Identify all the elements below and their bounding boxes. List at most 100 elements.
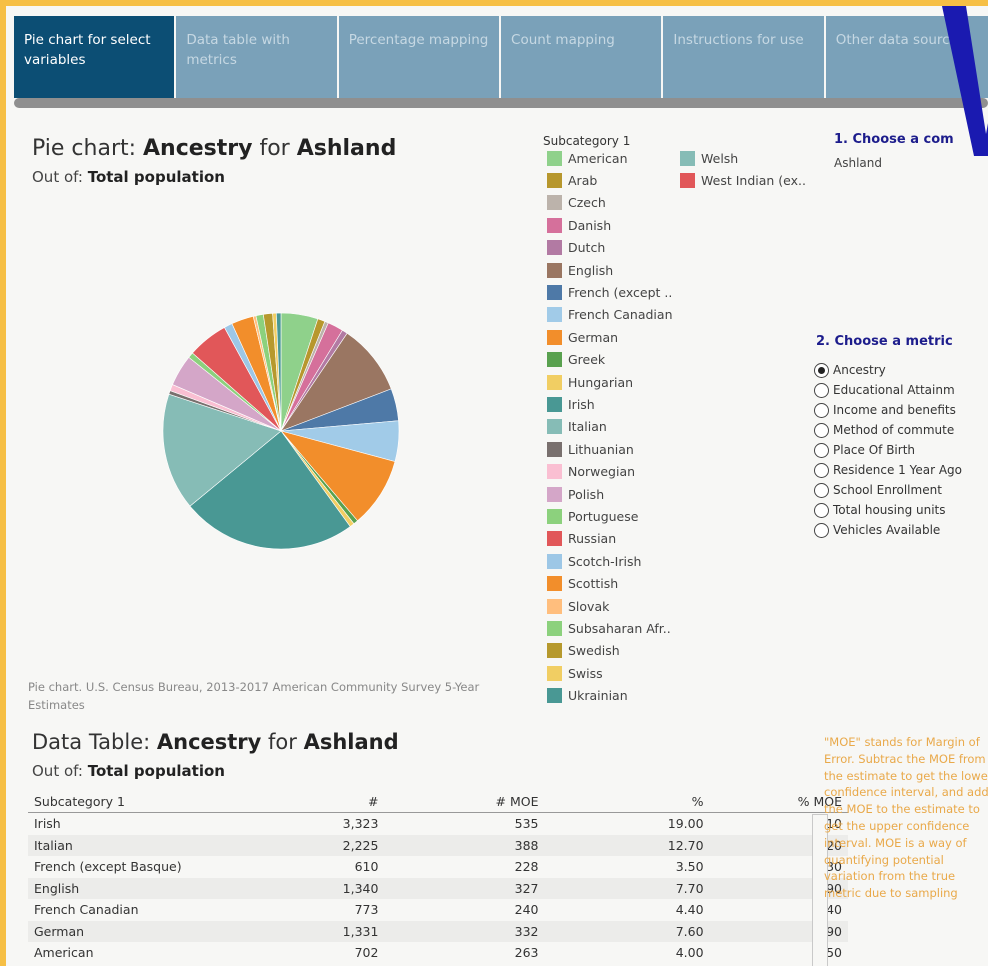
legend-item[interactable]: Russian bbox=[547, 528, 673, 550]
legend-item[interactable]: Subsaharan Afr.. bbox=[547, 617, 673, 639]
legend-swatch bbox=[547, 173, 562, 189]
legend-swatch bbox=[547, 508, 562, 524]
legend-item[interactable]: Slovak bbox=[547, 595, 673, 617]
radio-button[interactable] bbox=[814, 422, 829, 438]
metric-option[interactable]: Income and benefits bbox=[814, 400, 962, 420]
legend-swatch bbox=[547, 396, 562, 412]
metric-option[interactable]: Ancestry bbox=[814, 360, 962, 380]
legend-label: Portuguese bbox=[568, 508, 639, 524]
radio-button[interactable] bbox=[814, 362, 829, 378]
legend-swatch bbox=[547, 240, 562, 256]
legend-item[interactable]: French (except .. bbox=[547, 281, 673, 303]
table-cell: American bbox=[34, 945, 94, 961]
legend-label: Norwegian bbox=[568, 464, 636, 480]
table-row[interactable]: German 1,331 332 7.60 1.90 bbox=[28, 920, 848, 942]
metric-option[interactable]: School Enrollment bbox=[814, 480, 962, 500]
radio-button[interactable] bbox=[814, 442, 829, 458]
legend-label: English bbox=[568, 262, 614, 278]
legend-item[interactable]: West Indian (ex.. bbox=[680, 169, 806, 191]
legend-label: French Canadian bbox=[568, 307, 673, 323]
metric-option-label: Ancestry bbox=[833, 363, 886, 377]
pie-chart-title: Pie chart: Ancestry for Ashland bbox=[32, 136, 397, 161]
radio-button[interactable] bbox=[814, 502, 829, 518]
legend-label: Polish bbox=[568, 486, 605, 502]
table-row[interactable]: Italian 2,225 388 12.70 2.20 bbox=[28, 834, 848, 856]
legend-item[interactable]: Scottish bbox=[547, 572, 673, 594]
legend-item[interactable]: Greek bbox=[547, 349, 673, 371]
table-row[interactable]: English 1,340 327 7.70 1.90 bbox=[28, 877, 848, 899]
radio-button[interactable] bbox=[814, 522, 829, 538]
tab-percentage-mapping[interactable]: Percentage mapping bbox=[338, 16, 502, 98]
legend-swatch bbox=[547, 150, 562, 166]
legend-item[interactable]: Welsh bbox=[680, 147, 806, 169]
metric-option[interactable]: Educational Attainm bbox=[814, 380, 962, 400]
tab-count-mapping[interactable]: Count mapping bbox=[501, 16, 664, 98]
legend-title: Subcategory 1 bbox=[543, 134, 631, 148]
legend-swatch bbox=[547, 307, 562, 323]
col-count-moe: # MOE bbox=[384, 790, 545, 813]
pie-chart[interactable] bbox=[156, 306, 406, 556]
table-row[interactable]: Irish 3,323 535 19.00 3.10 bbox=[28, 813, 848, 835]
legend-item[interactable]: French Canadian bbox=[547, 304, 673, 326]
radio-button[interactable] bbox=[814, 462, 829, 478]
legend-item[interactable]: Norwegian bbox=[547, 460, 673, 482]
table-cell: French Canadian bbox=[34, 902, 139, 918]
legend-item[interactable]: Portuguese bbox=[547, 505, 673, 527]
legend-swatch bbox=[547, 419, 562, 435]
legend-item[interactable]: Scotch-Irish bbox=[547, 550, 673, 572]
legend-item[interactable]: Dutch bbox=[547, 237, 673, 259]
tab-pie-chart[interactable]: Pie chart for select variables bbox=[14, 16, 177, 98]
legend-label: Irish bbox=[568, 396, 595, 412]
legend-swatch bbox=[547, 285, 562, 301]
tab-bar-underline bbox=[14, 98, 988, 108]
radio-button[interactable] bbox=[814, 382, 829, 398]
table-row[interactable]: French Canadian 773 240 4.40 1.40 bbox=[28, 899, 848, 921]
community-value[interactable]: Ashland bbox=[834, 156, 882, 170]
legend-swatch bbox=[547, 352, 562, 368]
legend-item[interactable]: Irish bbox=[547, 393, 673, 415]
legend-item[interactable]: Danish bbox=[547, 214, 673, 236]
metric-option[interactable]: Vehicles Available bbox=[814, 520, 962, 540]
table-cell: Italian bbox=[28, 834, 268, 856]
metric-option[interactable]: Total housing units bbox=[814, 500, 962, 520]
legend-swatch bbox=[547, 531, 562, 547]
legend-item[interactable]: Italian bbox=[547, 416, 673, 438]
legend-item[interactable]: German bbox=[547, 326, 673, 348]
radio-button[interactable] bbox=[814, 482, 829, 498]
radio-button[interactable] bbox=[814, 402, 829, 418]
legend-swatch bbox=[547, 688, 562, 704]
legend-swatch bbox=[547, 643, 562, 659]
legend-item[interactable]: Czech bbox=[547, 192, 673, 214]
table-cell: 388 bbox=[384, 834, 545, 856]
data-table: Subcategory 1 # # MOE % % MOE Irish 3,323… bbox=[28, 790, 848, 964]
metric-option[interactable]: Residence 1 Year Ago bbox=[814, 460, 962, 480]
metric-option[interactable]: Place Of Birth bbox=[814, 440, 962, 460]
table-cell: 4.40 bbox=[675, 902, 704, 918]
legend-swatch bbox=[547, 665, 562, 681]
legend-item[interactable]: Arab bbox=[547, 169, 673, 191]
metric-option-label: Residence 1 Year Ago bbox=[833, 463, 963, 477]
table-row[interactable]: American 702 263 4.00 1.50 bbox=[28, 942, 848, 964]
legend-item[interactable]: Ukrainian bbox=[547, 684, 673, 706]
table-cell: 2,225 bbox=[267, 834, 385, 856]
metric-option-label: Educational Attainm bbox=[833, 383, 955, 397]
legend-label: West Indian (ex.. bbox=[701, 173, 806, 189]
legend-label: Arab bbox=[568, 173, 598, 189]
metric-option-label: Vehicles Available bbox=[833, 523, 941, 537]
table-cell: 3.50 bbox=[675, 859, 704, 875]
community-heading: 1. Choose a com bbox=[834, 132, 954, 147]
legend-item[interactable]: Swedish bbox=[547, 640, 673, 662]
tab-instructions[interactable]: Instructions for use bbox=[663, 16, 826, 98]
table-row[interactable]: French (except Basque) 610 228 3.50 1.30 bbox=[28, 856, 848, 878]
legend-item[interactable]: Polish bbox=[547, 483, 673, 505]
tab-data-table[interactable]: Data table with metrics bbox=[176, 16, 339, 98]
legend-swatch bbox=[547, 464, 562, 480]
legend-item[interactable]: Lithuanian bbox=[547, 438, 673, 460]
legend-item[interactable]: American bbox=[547, 147, 673, 169]
metric-option[interactable]: Method of commute bbox=[814, 420, 962, 440]
legend-item[interactable]: Swiss bbox=[547, 662, 673, 684]
table-cell: 4.00 bbox=[675, 945, 704, 961]
legend-item[interactable]: English bbox=[547, 259, 673, 281]
legend-item[interactable]: Hungarian bbox=[547, 371, 673, 393]
legend-label: Swedish bbox=[568, 643, 620, 659]
